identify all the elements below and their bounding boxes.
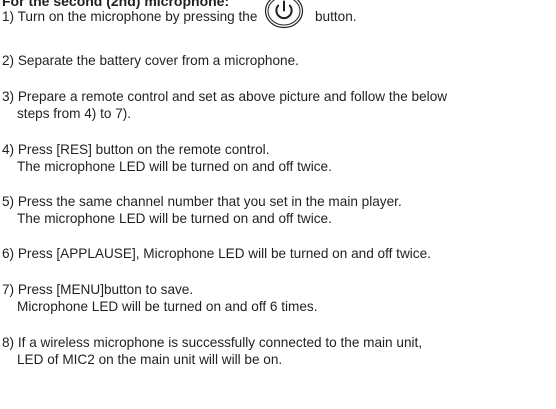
step-1-text-before: 1) Turn on the microphone by pressing th… [2, 9, 258, 24]
step-6-line-1: 6) Press [APPLAUSE], Microphone LED will… [2, 246, 431, 261]
step-1: 1) Turn on the microphone by pressing th… [2, 0, 357, 29]
step-7-line-1: 7) Press [MENU]button to save. [2, 282, 194, 297]
step-8-line-2: LED of MIC2 on the main unit will will b… [17, 352, 283, 367]
step-1-text-after: button. [314, 9, 357, 24]
step-5: 5) Press the same channel number that yo… [2, 193, 402, 227]
step-8-line-1: 8) If a wireless microphone is successfu… [2, 335, 423, 350]
step-2-line-1: 2) Separate the battery cover from a mic… [2, 53, 299, 68]
step-3: 3) Prepare a remote control and set as a… [2, 88, 447, 122]
step-2: 2) Separate the battery cover from a mic… [2, 52, 299, 69]
step-5-line-2: The microphone LED will be turned on and… [17, 211, 332, 226]
step-5-line-1: 5) Press the same channel number that yo… [2, 194, 402, 209]
step-4: 4) Press [RES] button on the remote cont… [2, 141, 332, 175]
step-7-line-2: Microphone LED will be turned on and off… [17, 299, 318, 314]
power-button-illustration [261, 0, 311, 29]
step-7: 7) Press [MENU]button to save. Microphon… [2, 281, 318, 315]
step-3-line-2: steps from 4) to 7). [17, 106, 132, 121]
step-6: 6) Press [APPLAUSE], Microphone LED will… [2, 245, 431, 262]
power-icon [264, 0, 304, 29]
step-8: 8) If a wireless microphone is successfu… [2, 334, 422, 368]
instruction-page: For the second (2nd) microphone: 1) Turn… [0, 0, 556, 409]
step-4-line-2: The microphone LED will be turned on and… [17, 159, 332, 174]
step-3-line-1: 3) Prepare a remote control and set as a… [2, 89, 448, 104]
step-4-line-1: 4) Press [RES] button on the remote cont… [2, 142, 270, 157]
